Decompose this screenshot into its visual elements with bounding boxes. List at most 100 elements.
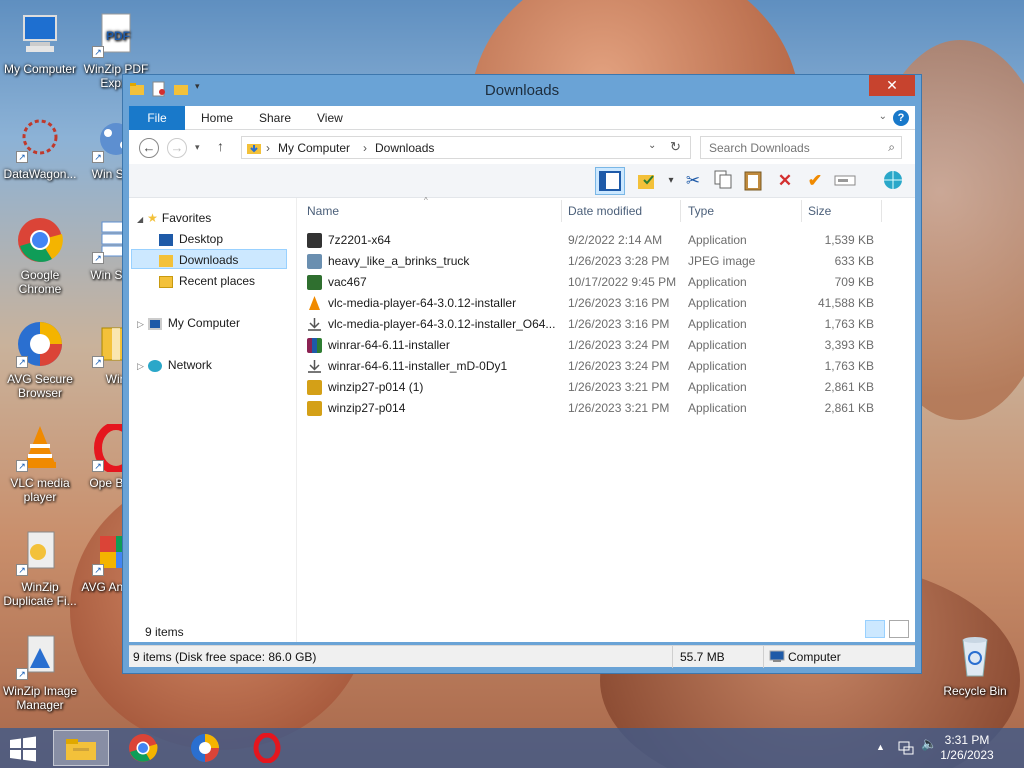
downloads-folder-icon xyxy=(246,140,262,159)
desktop-icon-avg-secure-browser[interactable]: ↗ AVG Secure Browser xyxy=(0,320,80,400)
desktop-icon-recycle-bin[interactable]: Recycle Bin xyxy=(935,632,1015,698)
avg-browser-icon xyxy=(191,734,219,762)
show-hidden-icons-icon[interactable]: ▲ xyxy=(876,742,885,752)
file-row[interactable]: vac467 10/17/2022 9:45 PM Application 70… xyxy=(297,272,897,293)
file-row[interactable]: heavy_like_a_brinks_truck 1/26/2023 3:28… xyxy=(297,251,897,272)
expand-arrow-icon[interactable]: ▷ xyxy=(137,319,144,329)
file-row[interactable]: vlc-media-player-64-3.0.12-installer 1/2… xyxy=(297,293,897,314)
column-divider[interactable] xyxy=(881,200,882,222)
cut-icon[interactable]: ✂ xyxy=(681,169,705,193)
nav-desktop[interactable]: Desktop xyxy=(159,229,223,249)
star-icon: ★ xyxy=(147,211,158,225)
recycle-bin-icon xyxy=(951,632,999,680)
installer-icon xyxy=(307,359,322,374)
desktop-icon-winzip-duplicate[interactable]: ↗ WinZip Duplicate Fi... xyxy=(0,528,80,608)
file-row[interactable]: winrar-64-6.11-installer_mD-0Dy1 1/26/20… xyxy=(297,356,897,377)
taskbar-clock[interactable]: 3:31 PM 1/26/2023 xyxy=(932,733,1002,763)
address-dropdown-icon[interactable]: ⌄ xyxy=(648,140,656,151)
file-explorer-icon xyxy=(66,739,96,760)
desktop-icon-winzip-image[interactable]: ↗ WinZip Image Manager xyxy=(0,632,80,712)
search-input[interactable] xyxy=(701,137,871,158)
status-size: 55.7 MB xyxy=(680,650,725,664)
expand-arrow-icon[interactable]: ▷ xyxy=(137,361,144,371)
search-box[interactable]: ⌕ xyxy=(700,136,902,159)
taskbar-file-explorer[interactable] xyxy=(53,730,109,766)
desktop-icon-vlc[interactable]: ↗ VLC media player xyxy=(0,424,80,504)
ribbon-tabs: File Home Share View ⌄ ? xyxy=(129,106,915,130)
svg-text:PDF: PDF xyxy=(106,29,130,43)
chrome-icon xyxy=(16,216,64,264)
recent-locations-icon[interactable]: ▾ xyxy=(195,142,200,153)
taskbar-avg-browser[interactable] xyxy=(177,730,233,766)
nav-downloads[interactable]: Downloads xyxy=(131,249,287,269)
taskbar-chrome[interactable] xyxy=(115,730,171,766)
large-icons-view-icon[interactable] xyxy=(889,620,909,638)
search-icon[interactable]: ⌕ xyxy=(888,140,895,155)
file-row[interactable]: vlc-media-player-64-3.0.12-installer_O64… xyxy=(297,314,897,335)
paste-icon[interactable] xyxy=(741,169,765,193)
computer-icon xyxy=(769,650,785,666)
nav-network[interactable]: ▷ Network xyxy=(137,355,212,375)
file-row[interactable]: winrar-64-6.11-installer 1/26/2023 3:24 … xyxy=(297,335,897,356)
close-button[interactable]: ✕ xyxy=(869,75,915,96)
check-icon[interactable]: ✔ xyxy=(803,169,827,193)
file-row[interactable]: 7z2201-x64 9/2/2022 2:14 AM Application … xyxy=(297,230,897,251)
refresh-icon[interactable]: ↻ xyxy=(670,139,681,155)
tab-home[interactable]: Home xyxy=(201,106,233,130)
details-view-icon[interactable] xyxy=(865,620,885,638)
tab-view[interactable]: View xyxy=(317,106,343,130)
breadcrumb-separator: › xyxy=(266,141,270,155)
status-bar: 9 items (Disk free space: 86.0 GB) 55.7 … xyxy=(129,645,915,668)
column-divider[interactable] xyxy=(801,200,802,222)
up-arrow-icon[interactable]: ↑ xyxy=(217,138,224,154)
rename-icon[interactable] xyxy=(833,169,857,193)
network-status-icon[interactable] xyxy=(898,736,914,758)
file-row[interactable]: winzip27-p014 1/26/2023 3:21 PM Applicat… xyxy=(297,398,897,419)
status-divider xyxy=(672,646,673,668)
column-header-name[interactable]: Name xyxy=(307,204,339,218)
chevron-down-icon[interactable]: ▾ xyxy=(659,169,683,193)
taskbar-opera[interactable] xyxy=(239,730,295,766)
column-header-type[interactable]: Type xyxy=(688,204,714,218)
back-button[interactable]: ← xyxy=(139,138,159,158)
address-row: ← → ▾ ↑ › My Computer › Downloads ⌄ ↻ ⌕ xyxy=(129,130,915,164)
file-row[interactable]: winzip27-p014 (1) 1/26/2023 3:21 PM Appl… xyxy=(297,377,897,398)
desktop-icon-google-chrome[interactable]: Google Chrome xyxy=(0,216,80,296)
column-header-size[interactable]: Size xyxy=(808,204,831,218)
help-icon[interactable]: ? xyxy=(893,110,909,126)
computer-icon xyxy=(147,317,162,330)
desktop-icon-datawagon[interactable]: ↗ DataWagon... xyxy=(0,115,80,181)
column-divider[interactable] xyxy=(561,200,562,222)
item-count-bar: 9 items xyxy=(129,620,915,642)
delete-icon[interactable]: ✕ xyxy=(773,169,797,193)
preview-pane-icon[interactable] xyxy=(595,167,625,195)
address-bar[interactable]: › My Computer › Downloads ⌄ ↻ xyxy=(241,136,691,159)
ribbon-expand-icon[interactable]: ⌄ xyxy=(879,111,887,122)
vlc-icon xyxy=(307,296,322,311)
file-icon xyxy=(307,233,322,248)
collapse-arrow-icon[interactable]: ◢ xyxy=(137,215,143,224)
breadcrumb-downloads[interactable]: Downloads xyxy=(375,141,434,155)
nav-favorites[interactable]: ◢ ★ Favorites xyxy=(137,208,211,228)
title-bar[interactable]: ▾ Downloads ✕ xyxy=(123,75,921,105)
window-title: Downloads xyxy=(484,82,560,99)
start-button[interactable] xyxy=(8,736,40,762)
tab-file[interactable]: File xyxy=(129,106,185,130)
breadcrumb-my-computer[interactable]: My Computer xyxy=(278,141,350,155)
desktop-icon xyxy=(159,233,173,246)
desktop-icon-my-computer[interactable]: My Computer xyxy=(0,10,80,76)
forward-button[interactable]: → xyxy=(167,138,187,158)
downloads-folder-icon xyxy=(159,254,173,267)
clock-date: 1/26/2023 xyxy=(940,748,994,762)
status-summary: 9 items (Disk free space: 86.0 GB) xyxy=(133,650,317,664)
folder-options-icon[interactable] xyxy=(635,169,659,193)
column-header-date[interactable]: Date modified xyxy=(568,204,642,218)
winzip-image-icon: ↗ xyxy=(16,632,64,680)
nav-recent-places[interactable]: Recent places xyxy=(159,271,255,291)
nav-my-computer[interactable]: ▷ My Computer xyxy=(137,313,240,333)
tab-share[interactable]: Share xyxy=(259,106,291,130)
copy-icon[interactable] xyxy=(711,169,735,193)
datawagon-icon: ↗ xyxy=(16,115,64,163)
column-divider[interactable] xyxy=(680,200,681,222)
globe-icon[interactable] xyxy=(881,169,905,193)
